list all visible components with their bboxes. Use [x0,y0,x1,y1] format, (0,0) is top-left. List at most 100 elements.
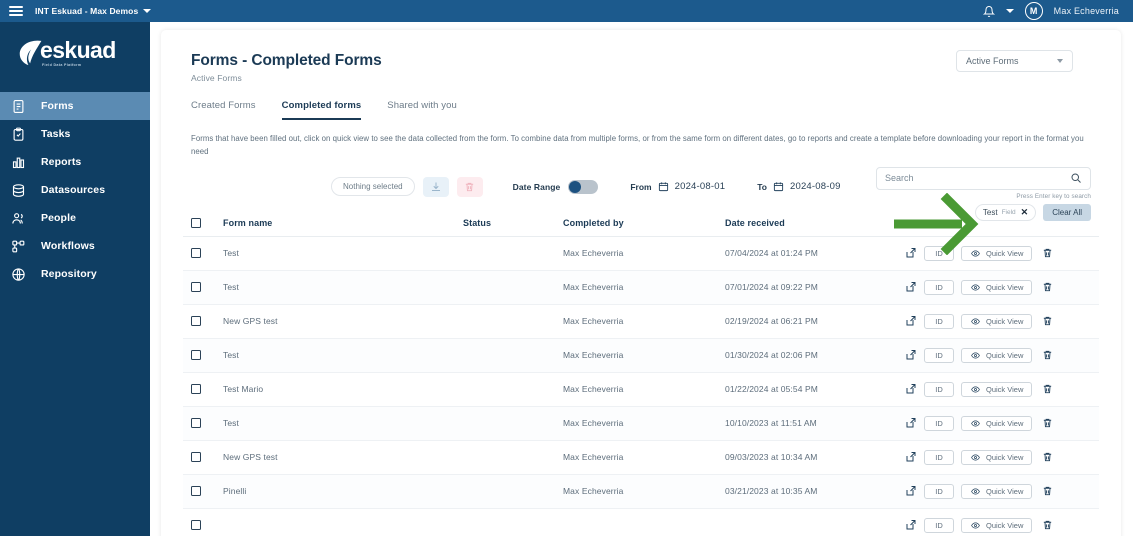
sidebar-item-datasources[interactable]: Datasources [0,176,150,204]
share-icon[interactable] [905,519,917,531]
table-row[interactable]: New GPS test Max Echeverria 02/19/2024 a… [183,305,1099,339]
brand-logo[interactable]: eskuad Field Data Platform [0,22,150,84]
row-checkbox[interactable] [191,486,201,497]
quick-view-button[interactable]: Quick View [961,245,1033,261]
sidebar-item-people[interactable]: People [0,204,150,232]
quick-view-button[interactable]: Quick View [961,381,1033,397]
selection-status-chip[interactable]: Nothing selected [331,177,415,197]
row-checkbox[interactable] [191,520,201,531]
sidebar-item-tasks[interactable]: Tasks [0,120,150,148]
table-row[interactable]: Test Max Echeverria 01/30/2024 at 02:06 … [183,338,1099,373]
quick-view-button[interactable]: Quick View [961,347,1033,363]
active-forms-select[interactable]: Active Forms [956,50,1073,72]
trash-icon[interactable] [1042,519,1053,531]
trash-icon[interactable] [1042,281,1053,293]
date-from[interactable]: From 2024-08-01 [630,181,725,192]
date-range-toggle[interactable] [568,179,599,194]
table-row[interactable]: Pinelli Max Echeverria 03/21/2023 at 10:… [183,474,1099,509]
id-button[interactable]: ID [924,415,954,431]
row-select-cell [191,520,223,531]
row-checkbox[interactable] [191,452,201,463]
globe-icon [10,266,27,283]
cell-form-name: Test [223,248,239,259]
tenant-switcher[interactable]: INT Eskuad - Max Demos [35,6,152,16]
id-button[interactable]: ID [924,347,954,363]
trash-icon[interactable] [1042,485,1053,497]
share-icon[interactable] [905,383,917,395]
share-icon[interactable] [905,349,917,361]
row-checkbox[interactable] [191,248,201,259]
quick-view-button[interactable]: Quick View [961,449,1033,465]
cell-date-received: 07/04/2024 at 01:24 PM [725,248,818,259]
row-checkbox[interactable] [191,350,201,361]
date-to[interactable]: To 2024-08-09 [757,181,840,192]
tab-created-forms[interactable]: Created Forms [191,100,256,120]
search-hint: Press Enter key to search [1016,192,1091,200]
share-icon[interactable] [905,417,917,429]
sidebar-item-workflows[interactable]: Workflows [0,232,150,260]
quick-view-button[interactable]: Quick View [961,415,1033,431]
sidebar-item-reports[interactable]: Reports [0,148,150,176]
close-icon[interactable]: ✕ [1021,207,1029,217]
delete-selected-icon[interactable] [456,176,483,197]
tab-completed-forms[interactable]: Completed forms [281,100,362,120]
trash-icon[interactable] [1042,451,1053,463]
filter-chip-test-field[interactable]: Test Field ✕ [974,203,1037,221]
search-input[interactable] [885,173,1070,184]
eye-icon [971,488,980,495]
row-checkbox[interactable] [191,418,201,429]
date-to-label: To [757,181,767,192]
trash-icon[interactable] [1042,247,1053,259]
cell-completed-by: Max Echeverria [563,316,624,327]
search-icon[interactable] [1070,172,1082,184]
clear-all-button[interactable]: Clear All [1043,203,1091,221]
id-button[interactable]: ID [924,449,954,465]
sidebar-item-repository[interactable]: Repository [0,260,150,288]
id-button[interactable]: ID [924,381,954,397]
quick-view-button[interactable]: Quick View [961,483,1033,499]
account-chevron-down-icon[interactable] [1005,9,1014,13]
bar-chart-icon [10,154,27,171]
trash-icon[interactable] [1042,417,1053,429]
share-icon[interactable] [905,281,917,293]
table-row[interactable]: Test Max Echeverria 10/10/2023 at 11:51 … [183,406,1099,441]
trash-icon[interactable] [1042,349,1053,361]
id-button[interactable]: ID [924,313,954,329]
table-row[interactable]: ID Quick View [183,509,1099,536]
quick-view-label: Quick View [986,486,1024,496]
share-icon[interactable] [905,485,917,497]
trash-icon[interactable] [1042,315,1053,327]
id-button[interactable]: ID [924,517,954,533]
search-box[interactable] [876,166,1091,190]
id-button[interactable]: ID [924,245,954,261]
quick-view-button[interactable]: Quick View [961,313,1033,329]
main-content: Forms - Completed Forms Active Forms Act… [150,22,1133,536]
table-row[interactable]: Test Max Echeverria 07/01/2024 at 09:22 … [183,270,1099,305]
row-checkbox[interactable] [191,282,201,293]
share-icon[interactable] [905,451,917,463]
quick-view-button[interactable]: Quick View [961,517,1033,533]
select-all-checkbox[interactable] [191,218,201,229]
row-checkbox[interactable] [191,384,201,395]
cell-date-received: 09/03/2023 at 10:34 AM [725,452,818,463]
cell-actions: ID Quick View [905,517,1091,533]
share-icon[interactable] [905,315,917,327]
quick-view-button[interactable]: Quick View [961,279,1033,295]
table-row[interactable]: New GPS test Max Echeverria 09/03/2023 a… [183,441,1099,475]
eye-icon [971,522,980,529]
id-button[interactable]: ID [924,279,954,295]
tab-shared-with-you[interactable]: Shared with you [387,100,457,120]
trash-icon[interactable] [1042,383,1053,395]
table-row[interactable]: Test Max Echeverria 07/04/2024 at 01:24 … [183,237,1099,271]
sidebar-item-forms[interactable]: Forms [0,92,150,120]
download-icon[interactable] [422,176,449,197]
brand-name: eskuad [40,37,116,64]
id-button[interactable]: ID [924,483,954,499]
avatar[interactable]: M [1024,2,1043,20]
row-checkbox[interactable] [191,316,201,327]
hamburger-icon[interactable] [9,6,23,16]
cell-actions: ID Quick View [905,279,1091,295]
table-row[interactable]: Test Mario Max Echeverria 01/22/2024 at … [183,373,1099,407]
bell-icon[interactable] [982,5,995,18]
share-icon[interactable] [905,247,917,259]
